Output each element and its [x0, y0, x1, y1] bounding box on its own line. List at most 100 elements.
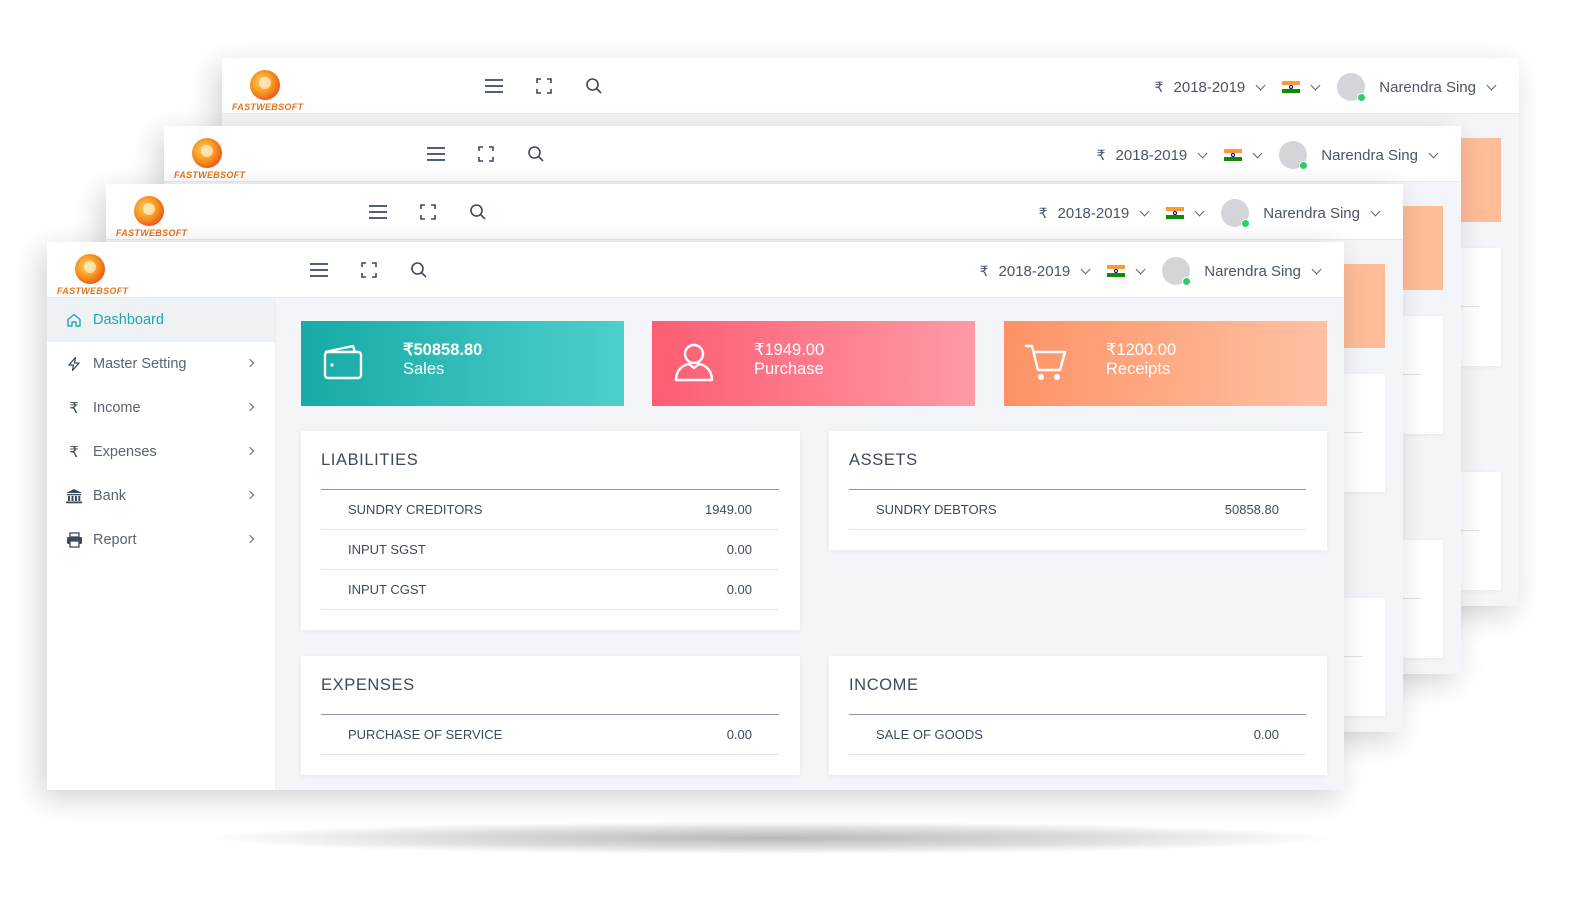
search-icon[interactable] — [584, 76, 604, 96]
rule-peek — [1343, 656, 1363, 657]
fullscreen-icon[interactable] — [418, 202, 438, 222]
topbar: FASTWEBSOFT ₹ 2018-2019 Narendra Sing — [47, 242, 1344, 298]
brand-logo: FASTWEBSOFT — [116, 194, 187, 238]
india-flag-icon[interactable] — [1166, 206, 1185, 220]
sidebar-item-bank[interactable]: Bank — [47, 474, 275, 518]
user-name[interactable]: Narendra Sing — [1321, 147, 1418, 164]
topbar-right: ₹ 2018-2019 Narendra Sing — [979, 257, 1330, 286]
sidebar-item-label: Expenses — [93, 444, 157, 460]
wallet-icon — [323, 344, 363, 380]
table-row: PURCHASE OF SERVICE 0.00 — [321, 715, 779, 755]
sidebar-item-income[interactable]: ₹ Income — [47, 386, 275, 430]
panel-title: LIABILITIES — [321, 451, 419, 469]
receipts-stat-card[interactable]: ₹1200.00 Receipts — [1004, 321, 1327, 406]
avatar[interactable] — [1279, 141, 1309, 170]
fiscal-year-select[interactable]: 2018-2019 — [1058, 205, 1130, 222]
user-name[interactable]: Narendra Sing — [1379, 79, 1476, 96]
sidebar-item-report[interactable]: Report — [47, 518, 275, 562]
fiscal-year-select[interactable]: 2018-2019 — [999, 263, 1071, 280]
stat-card-peek — [1343, 264, 1385, 348]
chevron-down-icon[interactable] — [1255, 80, 1266, 90]
menu-icon[interactable] — [426, 144, 446, 164]
chevron-right-icon — [245, 534, 255, 544]
brand-logo[interactable]: FASTWEBSOFT — [57, 252, 128, 296]
chevron-down-icon[interactable] — [1428, 148, 1439, 158]
sidebar-item-label: Dashboard — [93, 312, 164, 328]
rupee-icon: ₹ — [69, 444, 79, 461]
fullscreen-icon[interactable] — [359, 260, 379, 280]
showcase-stage: FASTWEBSOFT ₹ 2018-2019 Narendra Sing FA… — [0, 0, 1585, 905]
chevron-down-icon[interactable] — [1080, 264, 1091, 274]
sales-stat-card[interactable]: ₹50858.80 Sales — [301, 321, 624, 406]
panel-title: INCOME — [849, 676, 919, 694]
topbar: FASTWEBSOFT ₹ 2018-2019 Narendra Sing — [222, 58, 1519, 114]
india-flag-icon[interactable] — [1224, 148, 1243, 162]
user-icon — [674, 343, 714, 382]
user-name[interactable]: Narendra Sing — [1204, 263, 1301, 280]
income-panel: INCOME SALE OF GOODS 0.00 — [829, 656, 1327, 775]
sidebar: Dashboard Master Setting ₹ Income ₹ Expe… — [47, 298, 276, 790]
panel-peek — [1401, 316, 1443, 434]
india-flag-icon[interactable] — [1107, 264, 1126, 278]
search-icon[interactable] — [526, 144, 546, 164]
panel-title: ASSETS — [849, 451, 918, 469]
row-value: 0.00 — [1253, 727, 1279, 742]
sidebar-item-master-setting[interactable]: Master Setting — [47, 342, 275, 386]
panel-peek — [1343, 374, 1385, 492]
sales-values: ₹50858.80 Sales — [403, 341, 482, 379]
search-icon[interactable] — [468, 202, 488, 222]
bolt-icon — [65, 355, 83, 373]
chevron-down-icon[interactable] — [1486, 80, 1497, 90]
fullscreen-icon[interactable] — [476, 144, 496, 164]
chevron-down-icon[interactable] — [1139, 206, 1150, 216]
row-name: INPUT CGST — [348, 582, 427, 597]
fiscal-year-select[interactable]: 2018-2019 — [1116, 147, 1188, 164]
row-name: SUNDRY DEBTORS — [876, 502, 997, 517]
sidebar-item-label: Income — [93, 400, 141, 416]
purchase-values: ₹1949.00 Purchase — [754, 341, 824, 379]
receipts-values: ₹1200.00 Receipts — [1106, 341, 1176, 379]
chevron-down-icon[interactable] — [1197, 148, 1208, 158]
liabilities-panel: LIABILITIES SUNDRY CREDITORS 1949.00 INPU… — [301, 431, 800, 630]
menu-icon[interactable] — [484, 76, 504, 96]
rule-peek — [1459, 530, 1479, 531]
sidebar-item-dashboard[interactable]: Dashboard — [47, 298, 275, 342]
rule-peek — [1401, 374, 1421, 375]
india-flag-icon[interactable] — [1282, 80, 1301, 94]
liabilities-list: SUNDRY CREDITORS 1949.00 INPUT SGST 0.00 I… — [321, 490, 779, 610]
user-name[interactable]: Narendra Sing — [1263, 205, 1360, 222]
chevron-right-icon — [245, 402, 255, 412]
menu-icon[interactable] — [368, 202, 388, 222]
chevron-down-icon[interactable] — [1311, 264, 1322, 274]
avatar[interactable] — [1337, 73, 1367, 102]
chevron-down-icon[interactable] — [1252, 148, 1263, 158]
menu-icon[interactable] — [309, 260, 329, 280]
table-row: INPUT SGST 0.00 — [321, 530, 779, 570]
purchase-stat-card[interactable]: ₹1949.00 Purchase — [652, 321, 975, 406]
rupee-icon: ₹ — [979, 262, 989, 279]
floor-shadow — [210, 822, 1330, 854]
chevron-down-icon[interactable] — [1310, 80, 1321, 90]
fullscreen-icon[interactable] — [534, 76, 554, 96]
topbar: FASTWEBSOFT ₹ 2018-2019 Narendra Sing — [164, 126, 1461, 182]
chevron-right-icon — [245, 446, 255, 456]
row-value: 0.00 — [726, 542, 752, 557]
brand-logo: FASTWEBSOFT — [174, 136, 245, 180]
rule-peek — [1459, 306, 1479, 307]
sidebar-item-label: Bank — [93, 488, 127, 504]
table-row: INPUT CGST 0.00 — [321, 570, 779, 610]
rupee-icon: ₹ — [69, 400, 79, 417]
chevron-down-icon[interactable] — [1194, 206, 1205, 216]
assets-list: SUNDRY DEBTORS 50858.80 — [849, 490, 1306, 530]
avatar[interactable] — [1221, 199, 1251, 228]
chevron-down-icon[interactable] — [1370, 206, 1381, 216]
rupee-icon: ₹ — [1038, 204, 1048, 221]
sales-amount: ₹50858.80 — [403, 341, 483, 359]
panel-peek — [1343, 598, 1385, 716]
sidebar-item-expenses[interactable]: ₹ Expenses — [47, 430, 275, 474]
fiscal-year-select[interactable]: 2018-2019 — [1174, 79, 1246, 96]
table-row: SALE OF GOODS 0.00 — [849, 715, 1306, 755]
search-icon[interactable] — [409, 260, 429, 280]
chevron-down-icon[interactable] — [1135, 264, 1146, 274]
avatar[interactable] — [1162, 257, 1192, 286]
